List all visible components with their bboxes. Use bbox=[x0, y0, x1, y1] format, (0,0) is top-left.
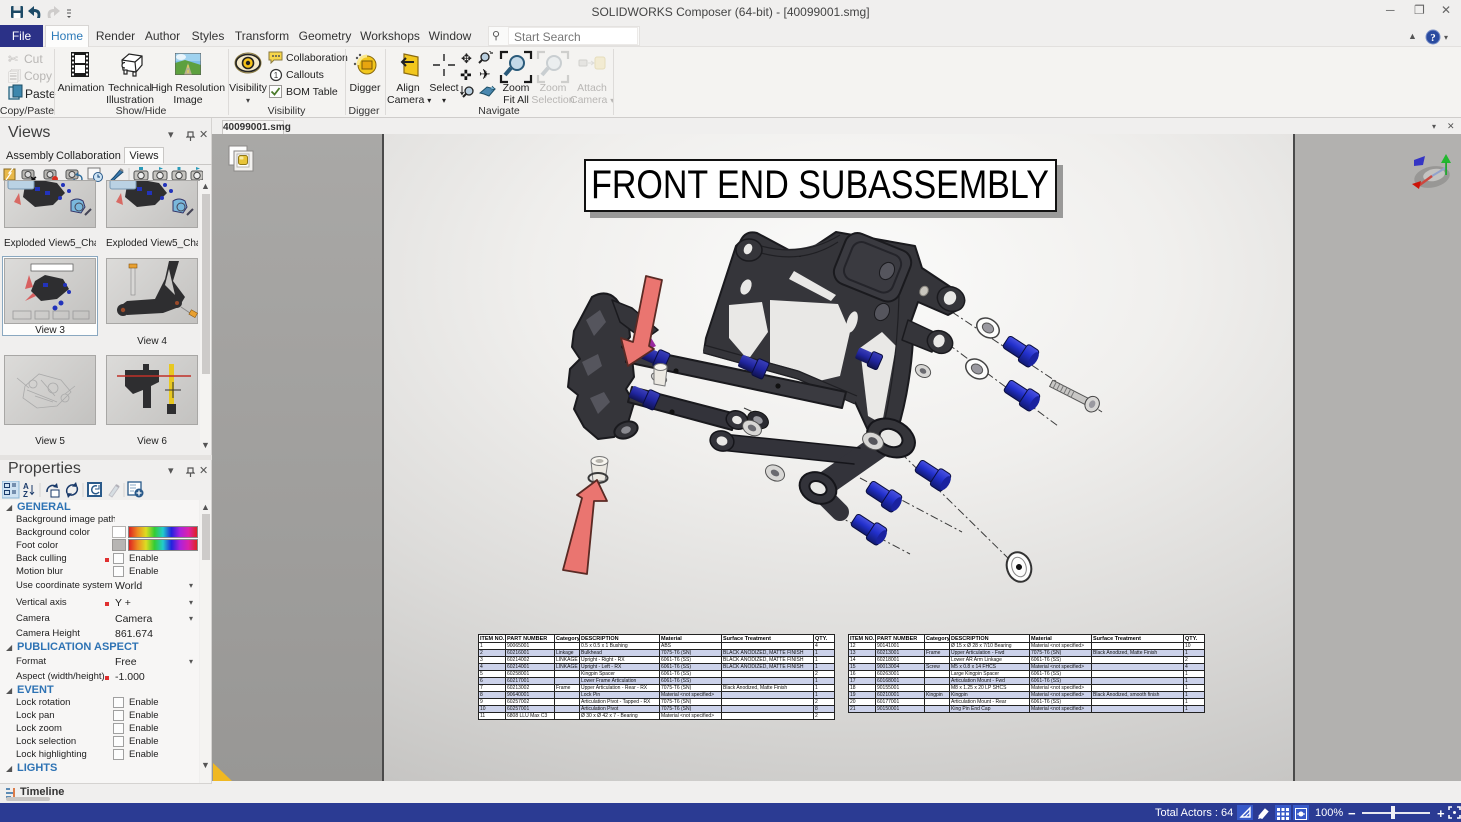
svg-text:Z: Z bbox=[23, 490, 28, 499]
svg-text:?: ? bbox=[1430, 32, 1436, 44]
svg-text:1: 1 bbox=[274, 71, 279, 80]
